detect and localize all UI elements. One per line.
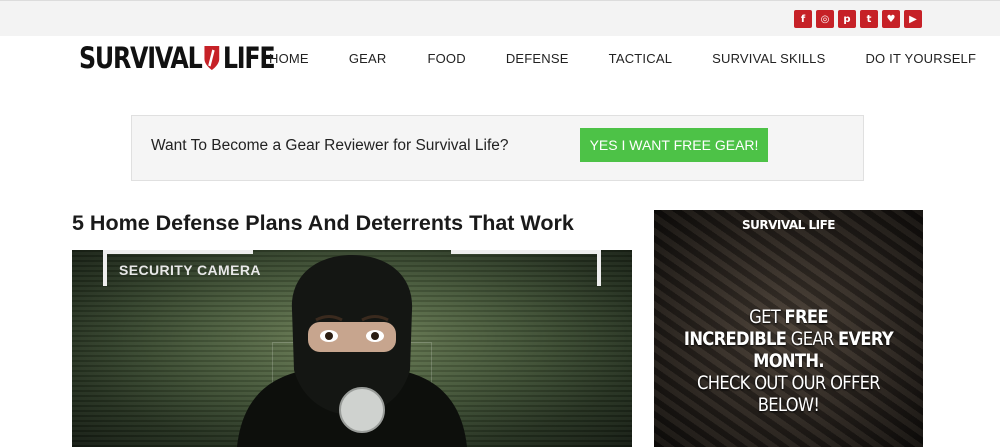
post-featured-image[interactable]: SECURITY CAMERA	[72, 250, 632, 447]
main-nav: HOME GEAR FOOD DEFENSE TACTICAL SURVIVAL…	[250, 51, 976, 66]
security-camera-label: SECURITY CAMERA	[119, 262, 261, 278]
ad-line2b: GEAR	[786, 328, 839, 350]
top-bar: f ◎ p t ♥ ▶	[0, 0, 1000, 36]
nav-survival-skills[interactable]: SURVIVAL SKILLS	[712, 51, 825, 66]
shield-icon	[204, 46, 220, 70]
nav-defense[interactable]: DEFENSE	[506, 51, 569, 66]
youtube-icon[interactable]: ▶	[904, 10, 922, 28]
logo-text-left: SURVIVAL	[79, 41, 203, 75]
ad-logo: SURVIVAL LIFE	[742, 218, 835, 232]
twitter-icon[interactable]: ♥	[882, 10, 900, 28]
site-logo[interactable]: SURVIVAL LIFE	[79, 41, 276, 75]
nav-food[interactable]: FOOD	[427, 51, 465, 66]
ad-line2a: INCREDIBLE	[683, 328, 787, 350]
promo-text: Want To Become a Gear Reviewer for Survi…	[151, 137, 509, 154]
post-title[interactable]: 5 Home Defense Plans And Deterrents That…	[72, 211, 574, 236]
ad-line1b: FREE	[784, 306, 829, 328]
nav-gear[interactable]: GEAR	[349, 51, 387, 66]
nav-tactical[interactable]: TACTICAL	[609, 51, 672, 66]
nav-home[interactable]: HOME	[269, 51, 309, 66]
ad-headline: GET FREE INCREDIBLE GEAR EVERY MONTH. CH…	[673, 306, 904, 416]
masked-intruder-figure	[237, 255, 467, 447]
free-gear-button[interactable]: YES I WANT FREE GEAR!	[580, 128, 768, 162]
gear-reviewer-promo: Want To Become a Gear Reviewer for Survi…	[131, 115, 864, 181]
ad-line3: CHECK OUT OUR OFFER BELOW!	[697, 372, 881, 416]
instagram-icon[interactable]: ◎	[816, 10, 834, 28]
social-links: f ◎ p t ♥ ▶	[794, 10, 922, 28]
pinterest-icon[interactable]: p	[838, 10, 856, 28]
sidebar-ad[interactable]: SURVIVAL LIFE GET FREE INCREDIBLE GEAR E…	[654, 210, 923, 447]
nav-do-it-yourself[interactable]: DO IT YOURSELF	[865, 51, 976, 66]
tumblr-icon[interactable]: t	[860, 10, 878, 28]
ad-line1a: GET	[749, 306, 785, 328]
facebook-icon[interactable]: f	[794, 10, 812, 28]
